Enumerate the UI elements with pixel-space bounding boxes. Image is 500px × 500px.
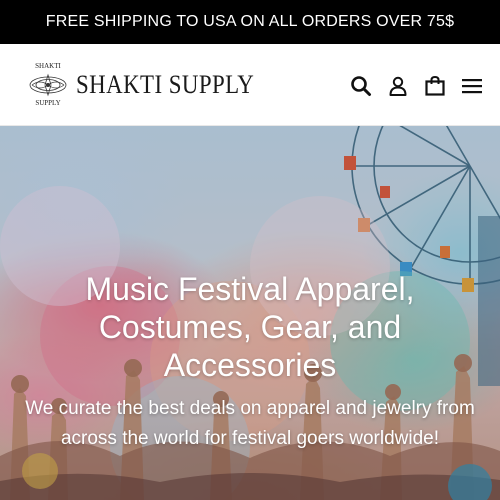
menu-icon[interactable] bbox=[460, 74, 484, 98]
site-header: SHAKTI SUPPLY SHAKTI SUPPLY bbox=[0, 44, 500, 126]
logo-wordmark: SHAKTI SUPPLY bbox=[76, 70, 255, 99]
site-logo[interactable]: SHAKTI SUPPLY SHAKTI SUPPLY bbox=[22, 62, 279, 108]
logo-emblem-bottom-text: SUPPLY bbox=[35, 99, 61, 107]
account-icon[interactable] bbox=[386, 74, 410, 98]
announcement-text: FREE SHIPPING TO USA ON ALL ORDERS OVER … bbox=[45, 13, 455, 30]
search-icon[interactable] bbox=[349, 74, 373, 98]
hero-subtitle: We curate the best deals on apparel and … bbox=[25, 398, 475, 449]
logo-emblem: SHAKTI SUPPLY bbox=[22, 62, 74, 108]
hero-banner: Music Festival Apparel, Costumes, Gear, … bbox=[0, 126, 500, 500]
hero-title: Music Festival Apparel, Costumes, Gear, … bbox=[85, 271, 415, 383]
lotus-icon bbox=[29, 73, 67, 97]
logo-emblem-top-text: SHAKTI bbox=[35, 62, 61, 70]
cart-icon[interactable] bbox=[423, 74, 447, 98]
announcement-bar: FREE SHIPPING TO USA ON ALL ORDERS OVER … bbox=[0, 0, 500, 44]
header-icons bbox=[336, 74, 484, 98]
